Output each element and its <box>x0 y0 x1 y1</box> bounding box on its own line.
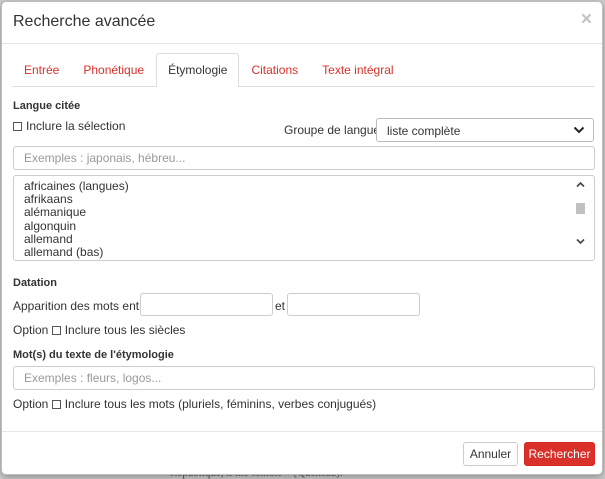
all-words-checkbox[interactable] <box>51 400 61 409</box>
modal-title: Recherche avancée <box>13 13 156 30</box>
etymology-words-input[interactable] <box>13 366 595 390</box>
cancel-button[interactable]: Annuler <box>463 442 518 466</box>
close-icon[interactable]: × <box>581 10 592 29</box>
et-label: et <box>275 299 286 313</box>
all-centuries-label: Inclure tous les siècles <box>64 323 186 337</box>
language-listbox[interactable]: africaines (langues) afrikaans alémaniqu… <box>13 175 595 261</box>
group-label: Groupe de langues <box>284 123 387 137</box>
list-item[interactable]: alémanique <box>14 206 594 219</box>
tab-bar: Entrée Phonétique Étymologie Citations T… <box>12 53 594 87</box>
date-from-input[interactable] <box>140 293 273 316</box>
list-item[interactable]: afrikaans <box>14 193 594 206</box>
language-search-input[interactable] <box>13 146 595 170</box>
tab-texte-integral[interactable]: Texte intégral <box>310 53 405 87</box>
all-centuries-checkbox[interactable] <box>51 326 61 335</box>
include-selection-checkbox[interactable] <box>13 122 22 131</box>
option-label: Option <box>13 323 49 337</box>
scroll-up-icon[interactable] <box>576 181 585 188</box>
scroll-down-icon[interactable] <box>576 238 585 245</box>
include-selection-option[interactable]: Inclure la sélection <box>13 119 125 133</box>
advanced-search-modal: Recherche avancée × Entrée Phonétique Ét… <box>1 1 603 475</box>
datation-section-title: Datation <box>13 277 57 289</box>
scrollbar-thumb[interactable] <box>576 203 585 214</box>
list-item[interactable]: africaines (langues) <box>14 179 594 193</box>
all-words-label: Inclure tous les mots (pluriels, féminin… <box>64 397 377 411</box>
list-item[interactable]: allemand (bas) <box>14 245 594 259</box>
chevron-down-icon <box>573 126 585 134</box>
option-label: Option <box>13 397 49 411</box>
include-selection-label: Inclure la sélection <box>26 119 126 133</box>
langue-section-title: Langue citée <box>13 100 81 112</box>
modal-header: Recherche avancée × <box>2 2 602 44</box>
all-centuries-option[interactable]: Option Inclure tous les siècles <box>13 323 185 337</box>
tab-entree[interactable]: Entrée <box>12 53 71 87</box>
mots-section-title: Mot(s) du texte de l'étymologie <box>13 349 174 361</box>
tab-etymologie[interactable]: Étymologie <box>156 53 240 87</box>
list-item[interactable]: algonquin <box>14 219 594 233</box>
search-button[interactable]: Rechercher <box>524 442 595 466</box>
apparition-label: Apparition des mots entre <box>13 299 150 313</box>
listbox-scrollbar[interactable] <box>574 179 586 257</box>
footer-divider <box>2 431 602 432</box>
language-group-select[interactable]: liste complète <box>376 118 594 142</box>
tab-phonetique[interactable]: Phonétique <box>71 53 156 87</box>
date-to-input[interactable] <box>287 293 420 316</box>
all-words-option[interactable]: Option Inclure tous les mots (pluriels, … <box>13 397 376 411</box>
language-group-value: liste complète <box>387 124 461 138</box>
tab-citations[interactable]: Citations <box>239 53 310 87</box>
